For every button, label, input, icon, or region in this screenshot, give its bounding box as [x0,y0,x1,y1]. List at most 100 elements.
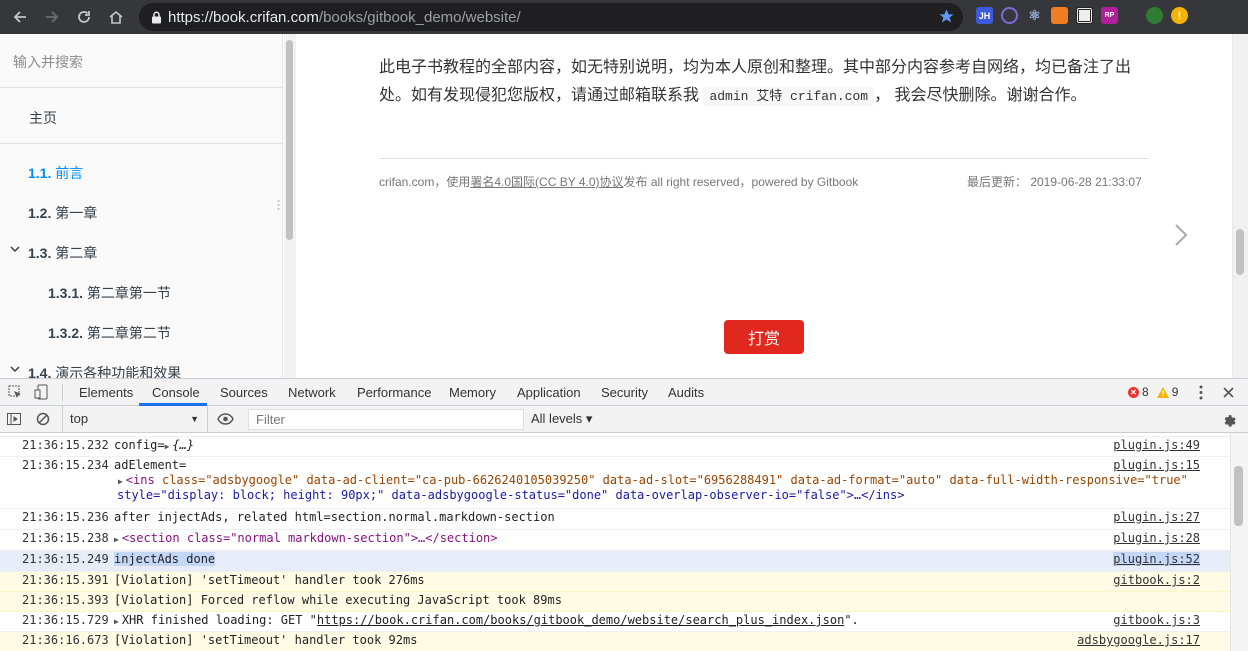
page-scrollbar-thumb[interactable] [1236,229,1244,275]
dropdown-caret-icon: ▼ [190,414,199,424]
sidebar-item-chapter1[interactable]: 1.2. 第一章 [28,203,97,223]
element-preview[interactable]: ▶ <ins class="adsbygoogle" data-ad-client… [118,473,1188,487]
show-sidebar-icon[interactable] [7,412,21,426]
jh-extension-icon[interactable]: JH [976,7,993,24]
log-message: ▶ XHR finished loading: GET "https://book… [114,613,859,627]
clear-console-icon[interactable] [36,412,50,426]
reload-button[interactable] [68,0,100,34]
react-extension-icon[interactable]: ⚛ [1026,7,1043,24]
divider [62,384,63,401]
expand-triangle-icon[interactable]: ▶ [118,477,123,486]
console-row[interactable]: 21:36:15.729 ▶ XHR finished loading: GET … [0,612,1230,632]
xhr-url-link[interactable]: https://book.crifan.com/books/gitbook_de… [317,613,844,627]
timestamp: 21:36:15.234 [22,458,109,472]
resize-grip-icon[interactable] [277,199,280,211]
sidebar-item-chapter2-section2[interactable]: 1.3.2. 第二章第二节 [48,323,171,343]
license-link[interactable]: 署名4.0国际(CC BY 4.0)协议 [470,175,623,189]
filter-input[interactable] [248,409,524,430]
console-row-selected[interactable]: 21:36:15.249 injectAds done plugin.js:52 [0,551,1230,572]
email-code: admin 艾特 crifan.com [703,87,875,106]
source-link[interactable]: plugin.js:52 [1113,552,1200,566]
console-row-violation[interactable]: 21:36:15.391 [Violation] 'setTimeout' ha… [0,572,1230,592]
tab-audits[interactable]: Audits [668,379,704,406]
tab-network[interactable]: Network [288,379,336,406]
orange-extension-icon[interactable] [1051,7,1068,24]
tab-sources[interactable]: Sources [220,379,268,406]
log-message: after injectAds, related html=section.no… [114,510,555,524]
console-row[interactable]: 21:36:15.238 ▶ <section class="normal mar… [0,530,1230,551]
tab-memory[interactable]: Memory [449,379,496,406]
qr-code-extension-icon[interactable] [1076,7,1093,24]
tab-console[interactable]: Console [152,379,200,406]
more-options-icon[interactable] [1199,385,1203,400]
item-label: 第二章第二节 [86,325,171,341]
timestamp: 21:36:15.238 [22,531,109,545]
close-icon[interactable] [1223,387,1234,398]
context-select[interactable]: top ▼ [62,406,208,432]
search-input[interactable]: 输入并搜索 [0,34,283,88]
section-element[interactable]: <section class="normal markdown-section"… [122,531,498,545]
log-message: [Violation] 'setTimeout' handler took 92… [114,633,418,647]
warning-count: 9 [1171,385,1179,399]
notice-line2-end: ， 我会尽快删除。谢谢合作。 [874,87,1087,104]
item-number: 1.3. [28,245,52,261]
console-row-violation[interactable]: 21:36:15.393 [Violation] Forced reflow w… [0,592,1230,612]
forward-button[interactable] [36,0,68,34]
rp-extension-icon[interactable]: RP [1101,7,1118,24]
issue-counts[interactable]: ✕ 8 9 [1128,385,1178,399]
source-link[interactable]: adsbygoogle.js:17 [1077,633,1200,647]
address-bar[interactable]: https://book.crifan.com/books/gitbook_de… [139,3,963,31]
url-host: https://book.crifan.com [168,8,319,26]
update-alert-icon[interactable]: ! [1171,7,1188,24]
browser-toolbar: https://book.crifan.com/books/gitbook_de… [0,0,1248,34]
footer-suffix: 发布 all right reserved，powered by Gitbook [623,175,859,189]
console-messages: 21:36:15.232 config=▶ {…} plugin.js:49 21… [0,433,1230,651]
next-page-chevron-icon[interactable] [1173,222,1189,248]
profile-avatar-icon[interactable] [1146,7,1163,24]
console-row[interactable]: 21:36:15.236 after injectAds, related ht… [0,509,1230,530]
back-button[interactable] [4,0,36,34]
page-scrollbar[interactable] [1232,34,1248,378]
tab-security[interactable]: Security [601,379,648,406]
sidebar-item-preface[interactable]: 1.1. 前言 [28,163,83,183]
reward-button[interactable]: 打赏 [724,320,804,354]
expand-triangle-icon[interactable]: ▶ [165,442,170,451]
sidebar-scrollbar-thumb[interactable] [286,40,293,240]
source-link[interactable]: plugin.js:28 [1113,531,1200,545]
tab-elements[interactable]: Elements [79,379,133,406]
expand-triangle-icon[interactable]: ▶ [114,617,119,626]
console-scrollbar-thumb[interactable] [1234,466,1243,526]
sidebar-item-chapter2[interactable]: 1.3. 第二章 [28,243,97,263]
log-levels-dropdown[interactable]: All levels ▾ [531,406,592,432]
circle-extension-icon[interactable] [1001,7,1018,24]
source-link[interactable]: gitbook.js:2 [1113,573,1200,587]
source-link[interactable]: plugin.js:15 [1113,458,1200,472]
source-link[interactable]: plugin.js:27 [1113,510,1200,524]
bookmark-star-icon[interactable] [938,8,955,29]
chevron-down-icon[interactable] [10,365,20,373]
log-message: injectAds done [114,552,216,566]
tab-application[interactable]: Application [517,379,581,406]
device-toolbar-icon[interactable] [34,384,48,400]
devtools-tabbar: Elements Console Sources Network Perform… [0,379,1248,406]
console-row-violation[interactable]: 21:36:16.673 [Violation] 'setTimeout' ha… [0,632,1230,651]
object-preview[interactable]: {…} [172,438,194,452]
divider [0,143,283,144]
chevron-down-icon[interactable] [10,245,20,253]
expand-triangle-icon[interactable]: ▶ [114,535,119,544]
tab-performance[interactable]: Performance [357,379,431,406]
console-row[interactable]: 21:36:15.232 config=▶ {…} plugin.js:49 [0,437,1230,457]
inspect-element-icon[interactable] [8,385,22,399]
sidebar-item-home[interactable]: 主页 [29,108,57,128]
source-link[interactable]: plugin.js:49 [1113,438,1200,452]
settings-gear-icon[interactable] [1221,412,1236,427]
source-link[interactable]: gitbook.js:3 [1113,613,1200,627]
home-button[interactable] [100,0,132,34]
item-number: 1.2. [28,205,52,221]
sidebar-item-chapter2-section1[interactable]: 1.3.1. 第二章第一节 [48,283,171,303]
log-message: adElement= [114,458,187,472]
console-row[interactable]: 21:36:15.234 adElement= plugin.js:15 ▶ <i… [0,457,1230,509]
item-label: 第二章 [55,245,98,261]
live-expression-eye-icon[interactable] [217,413,234,425]
devtools-panel: Elements Console Sources Network Perform… [0,378,1248,651]
